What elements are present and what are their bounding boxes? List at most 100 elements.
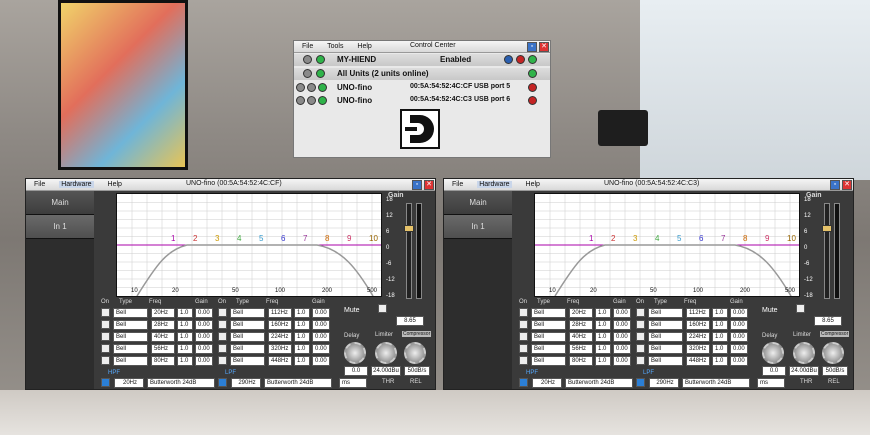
band-marker[interactable]: 6 bbox=[281, 234, 285, 243]
band-enable-checkbox[interactable] bbox=[101, 332, 110, 341]
band-gain-field[interactable]: 0.00 bbox=[730, 308, 748, 318]
band-gain-field[interactable]: 0.00 bbox=[730, 332, 748, 342]
band-gain-field[interactable]: 0.00 bbox=[613, 332, 631, 342]
band-freq-field[interactable]: 80Hz bbox=[151, 356, 175, 366]
power-icon[interactable] bbox=[318, 96, 327, 105]
link-icon[interactable] bbox=[307, 96, 316, 105]
band-type-select[interactable]: Bell bbox=[113, 308, 148, 318]
band-type-select[interactable]: Bell bbox=[531, 356, 566, 366]
band-enable-checkbox[interactable] bbox=[101, 356, 110, 365]
unit-row[interactable]: UNO-fino 00:5A:54:52:4C:CF USB port 5 bbox=[294, 82, 550, 94]
band-gain-field[interactable]: 0.00 bbox=[613, 356, 631, 366]
band-enable-checkbox[interactable] bbox=[218, 344, 227, 353]
band-type-select[interactable]: Bell bbox=[531, 332, 566, 342]
band-type-select[interactable]: Bell bbox=[648, 308, 683, 318]
threshold-knob[interactable] bbox=[375, 342, 397, 364]
band-gain-field[interactable]: 0.00 bbox=[613, 308, 631, 318]
band-q-field[interactable]: 1.0 bbox=[712, 344, 728, 354]
band-enable-checkbox[interactable] bbox=[636, 356, 645, 365]
restore-button[interactable]: ▫ bbox=[412, 180, 422, 190]
gain-fader[interactable] bbox=[406, 203, 412, 299]
delay-unit-select[interactable]: ms bbox=[757, 378, 785, 388]
band-freq-field[interactable]: 224Hz bbox=[686, 332, 710, 342]
release-value-field[interactable]: 50dB/s bbox=[404, 366, 430, 376]
band-q-field[interactable]: 1.0 bbox=[712, 356, 728, 366]
band-enable-checkbox[interactable] bbox=[101, 344, 110, 353]
band-enable-checkbox[interactable] bbox=[218, 308, 227, 317]
band-q-field[interactable]: 1.0 bbox=[712, 320, 728, 330]
power-icon[interactable] bbox=[316, 69, 325, 78]
band-freq-field[interactable]: 112Hz bbox=[268, 308, 292, 318]
gain-fader[interactable] bbox=[824, 203, 830, 299]
band-freq-field[interactable]: 56Hz bbox=[151, 344, 175, 354]
band-type-select[interactable]: Bell bbox=[113, 344, 148, 354]
mute-checkbox[interactable] bbox=[796, 304, 805, 313]
tab-in-1[interactable]: In 1 bbox=[444, 215, 512, 239]
band-q-field[interactable]: 1.0 bbox=[595, 308, 611, 318]
band-marker[interactable]: 7 bbox=[721, 234, 725, 243]
menu-file[interactable]: File bbox=[302, 43, 313, 50]
device-row[interactable]: MY-HIEND Enabled bbox=[294, 54, 550, 66]
hpf-type-select[interactable]: Butterworth 24dB bbox=[147, 378, 215, 388]
edit-icon[interactable] bbox=[504, 55, 513, 64]
band-gain-field[interactable]: 0.00 bbox=[195, 344, 213, 354]
band-enable-checkbox[interactable] bbox=[636, 320, 645, 329]
band-type-select[interactable]: Bell bbox=[113, 320, 148, 330]
band-type-select[interactable]: Bell bbox=[230, 344, 265, 354]
band-freq-field[interactable]: 20Hz bbox=[569, 308, 593, 318]
band-freq-field[interactable]: 224Hz bbox=[268, 332, 292, 342]
band-gain-field[interactable]: 0.00 bbox=[195, 332, 213, 342]
band-marker[interactable]: 8 bbox=[743, 234, 747, 243]
link-icon[interactable] bbox=[307, 83, 316, 92]
band-enable-checkbox[interactable] bbox=[218, 356, 227, 365]
band-enable-checkbox[interactable] bbox=[218, 320, 227, 329]
band-enable-checkbox[interactable] bbox=[636, 332, 645, 341]
band-type-select[interactable]: Bell bbox=[113, 356, 148, 366]
eq-graph[interactable]: 1 2 3 4 5 6 7 8 9 10 10 20 50 100 200 500 bbox=[116, 193, 382, 297]
band-freq-field[interactable]: 80Hz bbox=[569, 356, 593, 366]
band-marker[interactable]: 4 bbox=[655, 234, 659, 243]
tab-main[interactable]: Main bbox=[26, 191, 94, 215]
band-gain-field[interactable]: 0.00 bbox=[730, 344, 748, 354]
restore-button[interactable]: ▫ bbox=[527, 42, 537, 52]
band-freq-field[interactable]: 20Hz bbox=[151, 308, 175, 318]
band-q-field[interactable]: 1.0 bbox=[177, 332, 193, 342]
close-button[interactable]: ✕ bbox=[842, 180, 852, 190]
hpf-freq-field[interactable]: 20Hz bbox=[532, 378, 562, 388]
lpf-type-select[interactable]: Butterworth 24dB bbox=[682, 378, 750, 388]
band-q-field[interactable]: 1.0 bbox=[294, 344, 310, 354]
band-type-select[interactable]: Bell bbox=[648, 344, 683, 354]
threshold-value-field[interactable]: 24.00dBu bbox=[789, 366, 819, 376]
menu-hardware[interactable]: Hardware bbox=[477, 181, 512, 188]
band-marker[interactable]: 9 bbox=[347, 234, 351, 243]
menu-file[interactable]: File bbox=[34, 181, 45, 188]
gain-fader-thumb[interactable] bbox=[404, 225, 414, 232]
menu-help[interactable]: Help bbox=[526, 181, 540, 188]
menu-help[interactable]: Help bbox=[357, 43, 371, 50]
power-icon[interactable] bbox=[318, 83, 327, 92]
band-type-select[interactable]: Bell bbox=[230, 356, 265, 366]
status-icon[interactable] bbox=[528, 96, 537, 105]
band-freq-field[interactable]: 112Hz bbox=[686, 308, 710, 318]
hpf-type-select[interactable]: Butterworth 24dB bbox=[565, 378, 633, 388]
band-type-select[interactable]: Bell bbox=[648, 356, 683, 366]
band-enable-checkbox[interactable] bbox=[519, 308, 528, 317]
band-q-field[interactable]: 1.0 bbox=[712, 332, 728, 342]
threshold-value-field[interactable]: 24.00dBu bbox=[371, 366, 401, 376]
band-marker[interactable]: 10 bbox=[787, 234, 796, 243]
band-gain-field[interactable]: 0.00 bbox=[312, 308, 330, 318]
band-freq-field[interactable]: 40Hz bbox=[151, 332, 175, 342]
lpf-enable-checkbox[interactable] bbox=[218, 378, 227, 387]
status-icon[interactable] bbox=[528, 83, 537, 92]
all-units-row[interactable]: All Units (2 units online) bbox=[294, 68, 550, 80]
delay-unit-select[interactable]: ms bbox=[339, 378, 367, 388]
band-gain-field[interactable]: 0.00 bbox=[312, 332, 330, 342]
band-type-select[interactable]: Bell bbox=[113, 332, 148, 342]
delay-knob[interactable] bbox=[344, 342, 366, 364]
band-gain-field[interactable]: 0.00 bbox=[730, 320, 748, 330]
band-type-select[interactable]: Bell bbox=[648, 332, 683, 342]
lpf-enable-checkbox[interactable] bbox=[636, 378, 645, 387]
delay-knob[interactable] bbox=[762, 342, 784, 364]
menu-file[interactable]: File bbox=[452, 181, 463, 188]
band-q-field[interactable]: 1.0 bbox=[177, 308, 193, 318]
